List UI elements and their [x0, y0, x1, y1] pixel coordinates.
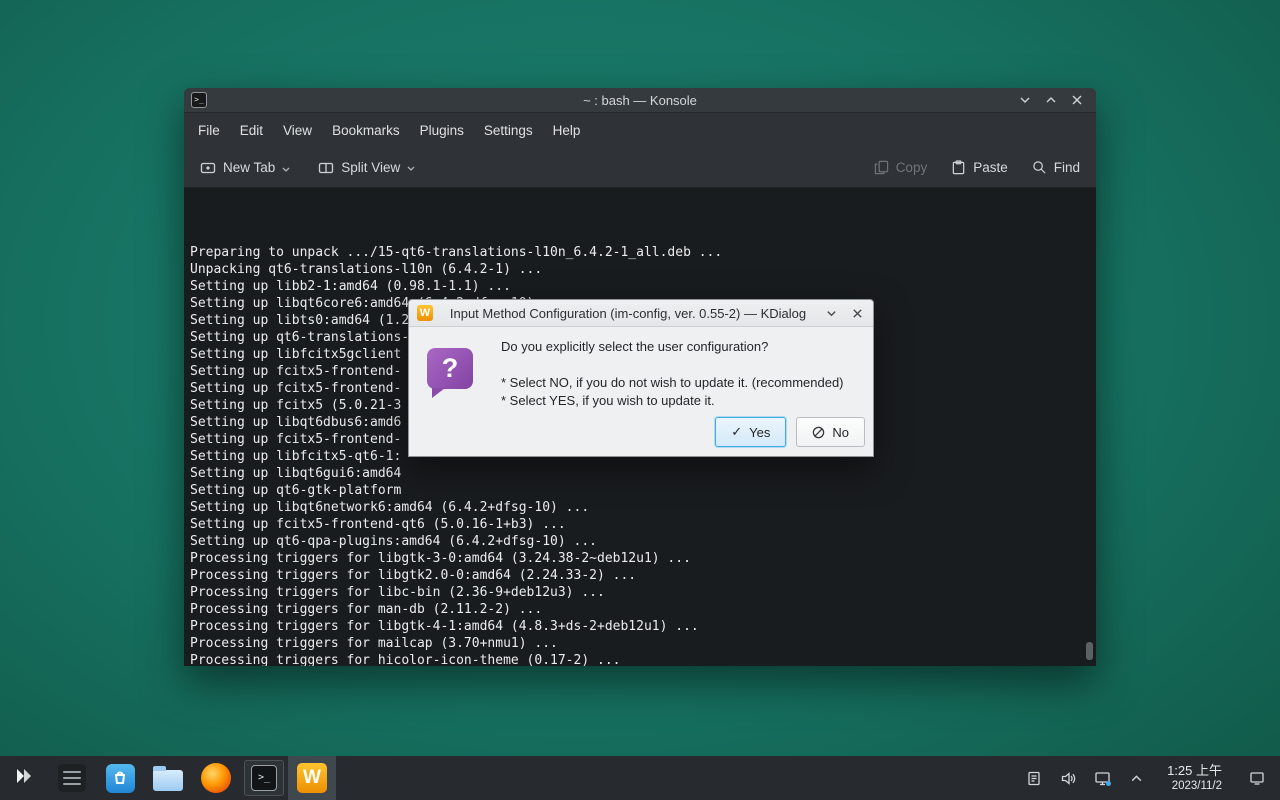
- new-tab-label: New Tab: [223, 160, 275, 175]
- kdialog-titlebar[interactable]: Input Method Configuration (im-config, v…: [409, 300, 873, 327]
- split-view-label: Split View: [341, 160, 400, 175]
- kdialog-window: Input Method Configuration (im-config, v…: [408, 299, 874, 457]
- paste-button[interactable]: Paste: [951, 160, 1008, 175]
- desktop: { "colors": { "accent": "#3daee9", "desk…: [0, 0, 1280, 800]
- find-button[interactable]: Find: [1032, 160, 1080, 175]
- kdialog-title: Input Method Configuration (im-config, v…: [439, 306, 817, 321]
- cancel-icon: [812, 426, 825, 439]
- terminal-scrollbar[interactable]: [1086, 642, 1093, 660]
- kdialog-controls: [823, 305, 865, 321]
- clock-time: 1:25 上午: [1167, 763, 1222, 779]
- kdialog-more-icon[interactable]: [823, 305, 839, 321]
- find-icon: [1032, 160, 1047, 175]
- taskbar-task-kdialog[interactable]: [288, 756, 336, 800]
- kdialog-option-yes: * Select YES, if you wish to update it.: [501, 392, 844, 410]
- split-view-dropdown-icon[interactable]: [407, 160, 415, 175]
- terminal-line: Processing triggers for libgtk-3-0:amd64…: [190, 550, 1096, 567]
- copy-label: Copy: [896, 160, 928, 175]
- terminal-line: Setting up libqt6gui6:amd64: [190, 465, 1096, 482]
- taskbar-item-files[interactable]: [144, 756, 192, 800]
- menu-settings[interactable]: Settings: [474, 118, 543, 143]
- firefox-icon: [201, 763, 231, 793]
- new-tab-button[interactable]: New Tab: [200, 159, 290, 176]
- find-label: Find: [1054, 160, 1080, 175]
- taskbar-item-firefox[interactable]: [192, 756, 240, 800]
- kdialog-close-button[interactable]: [849, 305, 865, 321]
- toolbar: New Tab Split View Copy: [184, 148, 1096, 188]
- copy-icon: [874, 160, 889, 175]
- taskbar-task-konsole[interactable]: [240, 756, 288, 800]
- menu-plugins[interactable]: Plugins: [410, 118, 474, 143]
- paste-icon: [951, 160, 966, 175]
- discover-icon: [106, 764, 135, 793]
- terminal-line: Processing triggers for libgtk-4-1:amd64…: [190, 618, 1096, 635]
- kdialog-app-icon: [417, 305, 433, 321]
- close-button[interactable]: [1068, 91, 1086, 109]
- clipboard-tray-icon[interactable]: [1025, 769, 1043, 787]
- show-desktop-icon: [1249, 770, 1265, 786]
- show-desktop-button[interactable]: [1244, 756, 1270, 800]
- display-tray-icon[interactable]: [1093, 769, 1111, 787]
- menu-file[interactable]: File: [188, 118, 230, 143]
- konsole-titlebar[interactable]: ~ : bash — Konsole: [184, 88, 1096, 113]
- question-icon: ?: [427, 348, 473, 389]
- terminal-line: Setting up qt6-qpa-plugins:amd64 (6.4.2+…: [190, 533, 1096, 550]
- terminal-line: Processing triggers for mailcap (3.70+nm…: [190, 635, 1096, 652]
- menu-view[interactable]: View: [273, 118, 322, 143]
- taskbar-item-pager[interactable]: [48, 756, 96, 800]
- terminal-line: Processing triggers for hicolor-icon-the…: [190, 652, 1096, 666]
- taskbar: 1:25 上午 2023/11/2: [0, 756, 1280, 800]
- menu-edit[interactable]: Edit: [230, 118, 273, 143]
- maximize-button[interactable]: [1042, 91, 1060, 109]
- menubar: File Edit View Bookmarks Plugins Setting…: [184, 113, 1096, 148]
- new-tab-dropdown-icon[interactable]: [282, 159, 290, 176]
- clock-date: 2023/11/2: [1167, 779, 1222, 793]
- terminal-line: Preparing to unpack .../15-qt6-translati…: [190, 244, 1096, 261]
- paste-label: Paste: [973, 160, 1008, 175]
- no-label: No: [832, 425, 849, 440]
- toolbar-left: New Tab Split View: [200, 159, 415, 176]
- copy-button[interactable]: Copy: [874, 160, 928, 175]
- application-launcher-button[interactable]: [0, 756, 48, 800]
- tray-expander-icon[interactable]: [1127, 769, 1145, 787]
- menu-bookmarks[interactable]: Bookmarks: [322, 118, 410, 143]
- terminal-line: Setting up qt6-gtk-platform: [190, 482, 1096, 499]
- taskbar-item-discover[interactable]: [96, 756, 144, 800]
- new-tab-icon: [200, 160, 216, 176]
- system-tray: 1:25 上午 2023/11/2: [1025, 756, 1280, 800]
- toolbar-right: Copy Paste Find: [874, 160, 1080, 175]
- no-button[interactable]: No: [796, 417, 865, 447]
- konsole-icon: [251, 765, 277, 791]
- kde-launcher-icon: [12, 764, 36, 793]
- terminal-line: Setting up libqt6network6:amd64 (6.4.2+d…: [190, 499, 1096, 516]
- terminal-line: Processing triggers for libgtk2.0-0:amd6…: [190, 567, 1096, 584]
- kdialog-body: ? Do you explicitly select the user conf…: [409, 327, 873, 458]
- kdialog-task-icon: [297, 763, 327, 793]
- terminal-line: Processing triggers for man-db (2.11.2-2…: [190, 601, 1096, 618]
- digital-clock[interactable]: 1:25 上午 2023/11/2: [1167, 763, 1222, 794]
- terminal-line: Processing triggers for libc-bin (2.36-9…: [190, 584, 1096, 601]
- terminal-line: Setting up libb2-1:amd64 (0.98.1-1.1) ..…: [190, 278, 1096, 295]
- yes-button[interactable]: ✓ Yes: [715, 417, 786, 447]
- check-icon: ✓: [731, 424, 742, 440]
- split-view-icon: [318, 160, 334, 176]
- window-controls: [1016, 91, 1096, 109]
- minimize-button[interactable]: [1016, 91, 1034, 109]
- terminal-line: Setting up fcitx5-frontend-qt6 (5.0.16-1…: [190, 516, 1096, 533]
- yes-label: Yes: [749, 425, 770, 440]
- menu-help[interactable]: Help: [543, 118, 591, 143]
- kdialog-text: Do you explicitly select the user config…: [501, 338, 844, 410]
- kdialog-question: Do you explicitly select the user config…: [501, 338, 844, 356]
- terminal-line: Unpacking qt6-translations-l10n (6.4.2-1…: [190, 261, 1096, 278]
- kdialog-buttons: ✓ Yes No: [715, 417, 865, 447]
- kdialog-option-no: * Select NO, if you do not wish to updat…: [501, 374, 844, 392]
- pager-icon: [58, 764, 86, 792]
- folder-icon: [153, 770, 183, 791]
- window-title: ~ : bash — Konsole: [184, 93, 1096, 108]
- volume-tray-icon[interactable]: [1059, 769, 1077, 787]
- split-view-button[interactable]: Split View: [318, 160, 415, 176]
